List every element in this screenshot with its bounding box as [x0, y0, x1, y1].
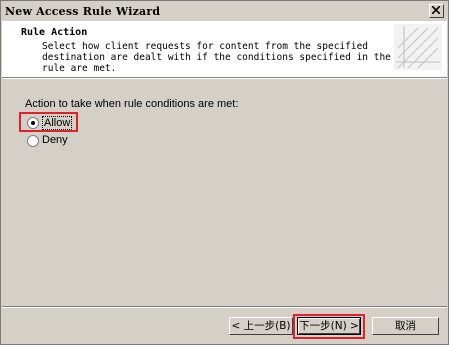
- action-prompt: Action to take when rule conditions are …: [25, 98, 239, 110]
- highlight-allow: [19, 112, 78, 132]
- wizard-window: New Access Rule Wizard Rule Action Selec…: [0, 0, 449, 345]
- close-button[interactable]: [429, 4, 444, 18]
- footer-divider: [2, 306, 447, 308]
- title-bar: New Access Rule Wizard: [2, 2, 447, 20]
- back-button[interactable]: < 上一步(B): [229, 317, 293, 335]
- page-description: Select how client requests for content f…: [42, 41, 391, 74]
- window-title: New Access Rule Wizard: [5, 5, 161, 18]
- page-title: Rule Action: [21, 27, 88, 38]
- wizard-graphic-icon: [394, 24, 442, 70]
- highlight-next: [293, 314, 365, 339]
- radio-deny-circle[interactable]: [27, 135, 39, 147]
- wizard-header: Rule Action Select how client requests f…: [2, 21, 447, 77]
- radio-deny-label[interactable]: Deny: [42, 134, 68, 146]
- cancel-button[interactable]: 取消: [372, 317, 439, 335]
- close-icon: [432, 6, 440, 14]
- header-divider: [2, 77, 447, 79]
